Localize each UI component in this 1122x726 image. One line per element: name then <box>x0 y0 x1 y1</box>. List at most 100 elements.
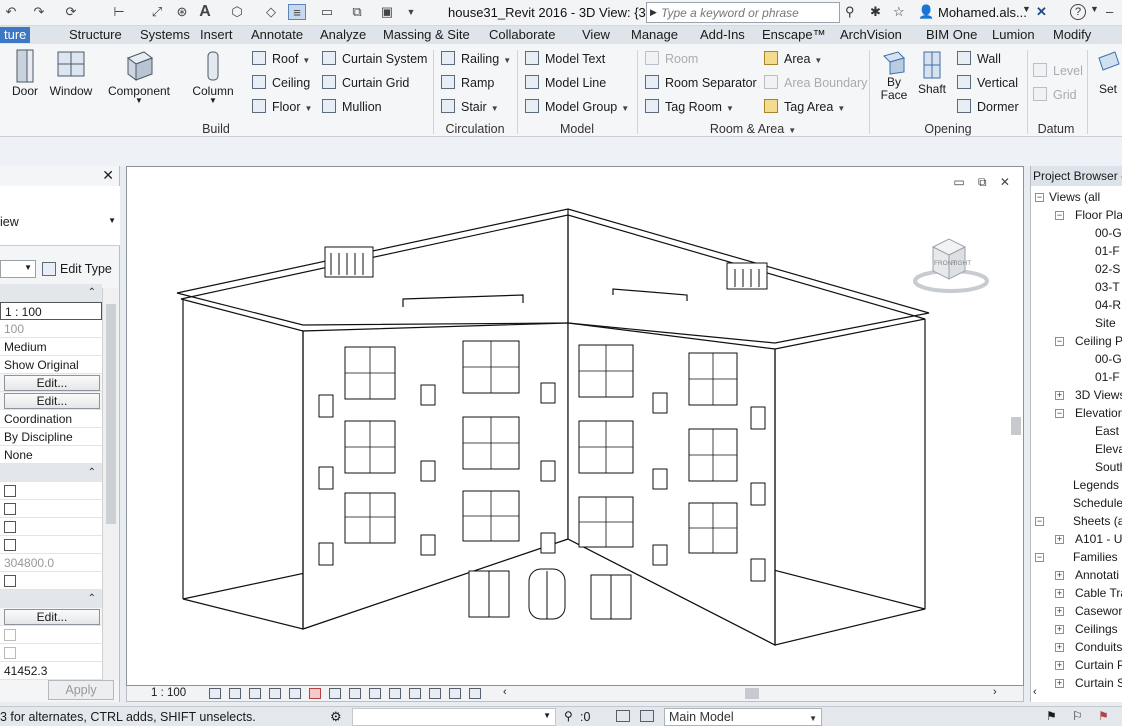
graphics-edit-button[interactable]: Edit... <box>4 393 100 409</box>
tree-item-sheet[interactable]: A101 - U <box>1075 530 1122 548</box>
measure-icon[interactable]: ⊢ <box>110 4 128 20</box>
star-icon[interactable]: ☆ <box>893 4 905 20</box>
select-by-face-icon[interactable]: ⚑ <box>1098 709 1109 723</box>
design-option-dropdown-icon[interactable]: ▼ <box>809 711 817 726</box>
reveal-hidden-icon[interactable] <box>389 688 401 699</box>
tree-item-family[interactable]: Curtain S <box>1075 674 1122 692</box>
tree-item-views[interactable]: Views (all <box>1049 188 1100 206</box>
scroll-right-icon[interactable]: › <box>993 686 997 698</box>
tag-icon[interactable]: ⊛ <box>173 4 191 20</box>
far-clip-checkbox[interactable] <box>4 539 16 551</box>
apply-button[interactable]: Apply <box>48 680 114 700</box>
model-text-button[interactable]: Model Text <box>525 49 605 69</box>
canvas-vertical-scrollbar[interactable] <box>1009 167 1023 685</box>
room-area-dropdown-icon[interactable]: ▼ <box>788 126 796 135</box>
by-face-button[interactable]: By Face <box>876 48 912 102</box>
model-line-button[interactable]: Model Line <box>525 73 606 93</box>
editable-only-icon[interactable]: ⚲ <box>564 709 573 723</box>
property-show-hidden-lines[interactable]: By Discipline <box>0 428 102 446</box>
close-icon[interactable]: ✕ <box>102 167 114 184</box>
room-area-panel-label[interactable]: Room & Area ▼ <box>638 121 868 137</box>
design-option-combo[interactable]: Main Model ▼ <box>664 708 822 726</box>
shaft-button[interactable]: Shaft <box>914 48 950 96</box>
tab-modify[interactable]: Modify <box>1053 27 1091 43</box>
expand-toggle[interactable]: + <box>1055 589 1064 598</box>
perspective-checkbox[interactable] <box>4 647 16 659</box>
expand-icon[interactable]: ▶ <box>650 7 657 18</box>
tab-annotate[interactable]: Annotate <box>251 27 303 43</box>
viewcube[interactable]: FRONT RIGHT <box>913 235 1023 301</box>
property-eye-elevation[interactable]: 41452.3 <box>0 662 102 680</box>
type-selector[interactable]: iew ▼ <box>0 186 120 246</box>
expand-toggle[interactable]: + <box>1055 679 1064 688</box>
collapse-toggle[interactable]: − <box>1055 211 1064 220</box>
tab-enscape[interactable]: Enscape™ <box>762 27 826 43</box>
subscription-icon[interactable]: ✱ <box>870 4 881 20</box>
binoculars-icon[interactable]: ⚲ <box>845 4 855 20</box>
edit-type-button[interactable]: Edit Type <box>42 260 112 278</box>
filter-dropdown-icon[interactable]: ▼ <box>24 263 32 272</box>
door-button[interactable]: Door <box>4 48 46 98</box>
crop-view-checkbox[interactable] <box>4 485 16 497</box>
floor-dropdown-icon[interactable]: ▼ <box>304 104 312 113</box>
stair-dropdown-icon[interactable]: ▼ <box>491 104 499 113</box>
properties-scrollbar[interactable] <box>102 288 118 680</box>
tree-item-schedules[interactable]: Schedules <box>1073 494 1122 512</box>
section-icon[interactable]: ◇ <box>262 4 280 20</box>
tree-item-floor-plans[interactable]: Floor Pla <box>1075 206 1122 224</box>
thin-lines-icon[interactable]: ≡ <box>288 4 306 20</box>
expand-toggle[interactable]: + <box>1055 571 1064 580</box>
collapse-toggle[interactable]: − <box>1055 337 1064 346</box>
tree-item-family[interactable]: Ceilings <box>1075 620 1118 638</box>
scrollbar-thumb[interactable] <box>106 304 116 524</box>
switch-windows-icon[interactable]: ⧉ <box>348 4 366 20</box>
drawing-canvas[interactable]: ▭ ⧉ ✕ FRONT RIGHT <box>126 166 1024 686</box>
search-box[interactable]: ▶ <box>646 2 840 23</box>
property-view-scale[interactable]: 1 : 100 <box>0 302 102 320</box>
expand-toggle[interactable]: + <box>1055 607 1064 616</box>
column-button[interactable]: Column ▼ <box>188 48 238 105</box>
workset-dropdown-icon[interactable]: ▼ <box>543 711 551 720</box>
grid-button[interactable]: Grid <box>1033 85 1077 105</box>
worksets-icon[interactable]: ⚙ <box>330 709 342 725</box>
tree-item-floor-plan[interactable]: 02-S <box>1095 260 1120 278</box>
tab-massing-site[interactable]: Massing & Site <box>383 27 470 43</box>
view-scale[interactable]: 1 : 100 <box>151 687 186 699</box>
set-work-plane-button[interactable]: Set <box>1094 48 1122 96</box>
tree-item-elevation[interactable]: Eleva <box>1095 440 1122 458</box>
scrollbar-thumb[interactable] <box>1011 417 1021 435</box>
tab-archvision[interactable]: ArchVision <box>840 27 902 43</box>
tree-item-ceiling-plans[interactable]: Ceiling P <box>1075 332 1122 350</box>
help-icon[interactable]: ? <box>1070 4 1086 20</box>
tree-item-3d-views[interactable]: 3D Views <box>1075 386 1122 404</box>
annotation-crop-checkbox[interactable] <box>4 521 16 533</box>
locked-orientation-checkbox[interactable] <box>4 629 16 641</box>
area-dropdown-icon[interactable]: ▼ <box>814 56 822 65</box>
roof-dropdown-icon[interactable]: ▼ <box>302 56 310 65</box>
expand-toggle[interactable]: + <box>1055 535 1064 544</box>
tree-item-floor-plan[interactable]: 00-G <box>1095 224 1122 242</box>
stair-button[interactable]: Stair ▼ <box>441 97 499 117</box>
close-hidden-icon[interactable]: ▭ <box>318 4 336 20</box>
rendering-edit-button[interactable]: Edit... <box>4 609 100 625</box>
crop-view-icon[interactable] <box>309 688 321 699</box>
tree-item-family[interactable]: Curtain P <box>1075 656 1122 674</box>
design-options-icon[interactable] <box>616 710 630 722</box>
crop-region-icon[interactable] <box>329 688 341 699</box>
detail-level-icon[interactable] <box>209 688 221 699</box>
tree-item-ceiling-plan[interactable]: 01-F <box>1095 368 1120 386</box>
user-icon[interactable]: 👤 <box>918 4 934 20</box>
tag-area-button[interactable]: Tag Area ▼ <box>764 97 845 117</box>
instance-filter-combo[interactable]: ▼ <box>0 260 36 278</box>
crop-region-visible-checkbox[interactable] <box>4 503 16 515</box>
viewcube-right-label[interactable]: RIGHT <box>951 260 971 267</box>
expand-toggle[interactable]: + <box>1055 625 1064 634</box>
curtain-grid-button[interactable]: Curtain Grid <box>322 73 409 93</box>
expand-toggle[interactable]: + <box>1055 643 1064 652</box>
tree-item-floor-plan[interactable]: 01-F <box>1095 242 1120 260</box>
expand-toggle[interactable]: + <box>1055 661 1064 670</box>
user-name[interactable]: Mohamed.als... <box>938 5 1027 20</box>
tree-item-ceiling-plan[interactable]: 00-G <box>1095 350 1122 368</box>
help-dropdown-icon[interactable]: ▼ <box>1090 4 1099 14</box>
temp-view-properties-icon[interactable] <box>429 688 441 699</box>
